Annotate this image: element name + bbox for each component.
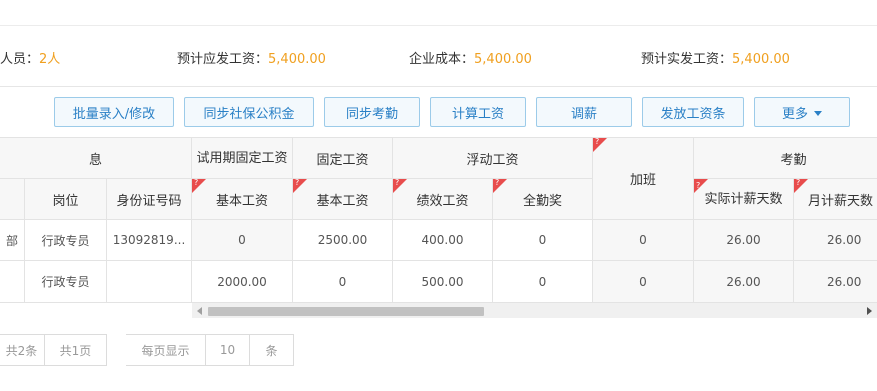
group-header-info: 息 — [0, 138, 192, 179]
table-cell-monthly-days: 26.00 — [794, 220, 877, 261]
summary-payable-label: 预计应发工资： — [177, 52, 269, 67]
col-header-fixed-base-label: 基本工资 — [316, 193, 369, 209]
table-cell-performance[interactable]: 500.00 — [393, 261, 493, 303]
table-cell-dept — [0, 261, 25, 303]
help-flag-icon[interactable] — [694, 179, 708, 193]
table-cell-overtime: 0 — [593, 220, 694, 261]
col-header-full-attendance-label: 全勤奖 — [522, 193, 562, 209]
more-label: 更多 — [781, 106, 808, 122]
col-header-fixed-base: 基本工资 — [293, 179, 393, 220]
top-strip — [0, 0, 877, 26]
summary-cost: 企业成本：5,400.00 — [409, 48, 532, 67]
adjust-salary-button[interactable]: 调薪 — [536, 97, 632, 127]
col-header-id-number: 身份证号码 — [107, 179, 192, 220]
group-header-attendance: 考勤 — [694, 138, 877, 179]
col-header-probation-base: 基本工资 — [192, 179, 293, 220]
payroll-summary: 人员：2人 预计应发工资：5,400.00 企业成本：5,400.00 预计实发… — [0, 38, 877, 74]
help-flag-icon[interactable] — [393, 179, 407, 193]
help-flag-icon[interactable] — [593, 138, 607, 152]
pager-unit-label: 条 — [250, 334, 294, 366]
table-cell-probation-base[interactable]: 2000.00 — [192, 261, 293, 303]
col-header-overtime: 加班 — [593, 138, 694, 220]
batch-edit-button[interactable]: 批量录入/修改 — [54, 97, 174, 127]
group-header-floating-salary: 浮动工资 — [393, 138, 593, 179]
table-cell-overtime: 0 — [593, 261, 694, 303]
col-header-monthly-days: 月计薪天数 — [794, 179, 877, 220]
table-cell-full-attendance[interactable]: 0 — [493, 261, 593, 303]
table-cell-position: 行政专员 — [25, 261, 107, 303]
scrollbar-thumb[interactable] — [208, 307, 484, 316]
summary-people-label: 人员： — [0, 52, 40, 67]
send-payslip-button[interactable]: 发放工资条 — [642, 97, 744, 127]
col-header-probation-base-label: 基本工资 — [215, 193, 268, 209]
col-header-actual-days: 实际计薪天数 — [694, 179, 794, 220]
table-cell-actual-days: 26.00 — [694, 261, 794, 303]
section-divider — [0, 86, 877, 87]
chevron-down-icon — [814, 110, 822, 116]
table-cell-monthly-days: 26.00 — [794, 261, 877, 303]
col-header-dept — [0, 179, 25, 220]
col-header-performance-label: 绩效工资 — [416, 193, 469, 209]
scroll-left-arrow-icon[interactable] — [197, 307, 202, 315]
more-dropdown-button[interactable]: 更多 — [754, 97, 850, 127]
pager-per-page-label: 每页显示 — [126, 334, 206, 366]
table-cell-dept: 部 — [0, 220, 25, 261]
summary-cost-value: 5,400.00 — [474, 52, 532, 67]
group-header-fixed-salary: 固定工资 — [293, 138, 393, 179]
action-toolbar: 批量录入/修改 同步社保公积金 同步考勤 计算工资 调薪 发放工资条 更多 — [0, 97, 877, 127]
help-flag-icon[interactable] — [493, 179, 507, 193]
summary-actual-value: 5,400.00 — [732, 52, 790, 67]
summary-payable-value: 5,400.00 — [268, 52, 326, 67]
help-flag-icon[interactable] — [192, 179, 206, 193]
pager-total-items: 共2条 — [0, 334, 45, 366]
help-flag-icon[interactable] — [794, 179, 808, 193]
summary-people: 人员：2人 — [0, 48, 60, 67]
table-cell-id-number — [107, 261, 192, 303]
col-header-full-attendance: 全勤奖 — [493, 179, 593, 220]
sync-social-security-button[interactable]: 同步社保公积金 — [184, 97, 314, 127]
col-header-position: 岗位 — [25, 179, 107, 220]
table-cell-id-number: 13092819... — [107, 220, 192, 261]
col-header-monthly-days-label: 月计薪天数 — [808, 193, 874, 209]
summary-cost-label: 企业成本： — [409, 52, 475, 67]
col-header-actual-days-label: 实际计薪天数 — [704, 191, 783, 207]
salary-table: 息 试用期固定工资 固定工资 浮动工资 加班 考勤 岗位 身份证号码 基本工资 … — [0, 137, 877, 319]
table-cell-performance[interactable]: 400.00 — [393, 220, 493, 261]
table-cell-probation-base[interactable]: 0 — [192, 220, 293, 261]
table-cell-fixed-base[interactable]: 2500.00 — [293, 220, 393, 261]
pager-per-page-input[interactable]: 10 — [206, 334, 250, 366]
table-cell-position: 行政专员 — [25, 220, 107, 261]
table-cell-full-attendance[interactable]: 0 — [493, 220, 593, 261]
calculate-salary-button[interactable]: 计算工资 — [430, 97, 526, 127]
scroll-right-arrow-icon[interactable] — [867, 307, 872, 315]
table-cell-fixed-base[interactable]: 0 — [293, 261, 393, 303]
summary-actual-label: 预计实发工资： — [641, 52, 733, 67]
summary-payable: 预计应发工资：5,400.00 — [177, 48, 326, 67]
pager-total-pages: 共1页 — [45, 334, 107, 366]
help-flag-icon[interactable] — [293, 179, 307, 193]
group-header-probation-fixed: 试用期固定工资 — [192, 138, 293, 179]
payroll-page: 人员：2人 预计应发工资：5,400.00 企业成本：5,400.00 预计实发… — [0, 0, 877, 391]
col-header-performance: 绩效工资 — [393, 179, 493, 220]
table-cell-actual-days: 26.00 — [694, 220, 794, 261]
horizontal-scrollbar[interactable] — [192, 302, 877, 318]
col-header-overtime-label: 加班 — [629, 173, 656, 188]
sync-attendance-button[interactable]: 同步考勤 — [324, 97, 420, 127]
summary-actual: 预计实发工资：5,400.00 — [641, 48, 790, 67]
summary-people-value: 2人 — [39, 52, 61, 67]
